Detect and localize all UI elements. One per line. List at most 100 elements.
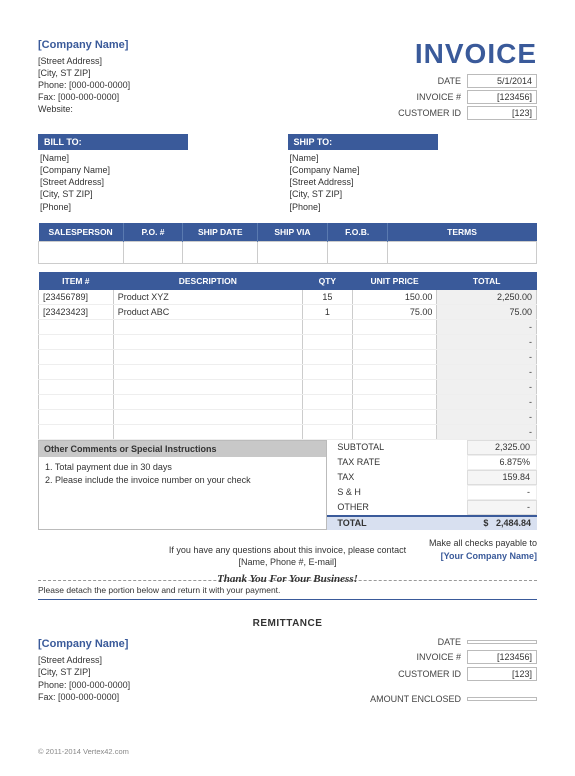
- item-row: -: [39, 334, 537, 349]
- remit-city: [City, ST ZIP]: [38, 666, 130, 678]
- remit-amount-value: [467, 697, 537, 701]
- items-table: ITEM # DESCRIPTION QTY UNIT PRICE TOTAL …: [38, 272, 537, 440]
- customer-id-value: [123]: [467, 106, 537, 120]
- thanks: Thank You For Your Business!: [38, 572, 537, 587]
- sh-label: S & H: [327, 487, 467, 497]
- th-unit: UNIT PRICE: [352, 272, 437, 290]
- item-row: -: [39, 424, 537, 439]
- item-unit: 150.00: [352, 290, 437, 305]
- ship-to-name: [Name]: [290, 152, 538, 164]
- footer-copyright: © 2011-2014 Vertex42.com: [38, 747, 129, 756]
- comments-line2: 2. Please include the invoice number on …: [45, 474, 320, 488]
- item-row: -: [39, 349, 537, 364]
- th-desc: DESCRIPTION: [113, 272, 302, 290]
- item-row: -: [39, 379, 537, 394]
- item-unit: 75.00: [352, 304, 437, 319]
- bill-to-head: BILL TO:: [38, 134, 188, 150]
- sales-row: [39, 241, 537, 263]
- taxrate-label: TAX RATE: [327, 457, 467, 467]
- item-no: [23423423]: [39, 304, 114, 319]
- invoice-no-label: INVOICE #: [416, 92, 467, 102]
- item-qty: 15: [302, 290, 352, 305]
- item-total-empty: -: [437, 394, 537, 409]
- remit-customer-value: [123]: [467, 667, 537, 681]
- remit-invoice-value: [123456]: [467, 650, 537, 664]
- item-qty: 1: [302, 304, 352, 319]
- item-total: 75.00: [437, 304, 537, 319]
- total-value: $ 2,484.84: [467, 517, 537, 530]
- bill-to-company: [Company Name]: [40, 164, 288, 176]
- remittance-title: REMITTANCE: [38, 618, 537, 629]
- bill-to-city: [City, ST ZIP]: [40, 188, 288, 200]
- remit-customer-label: CUSTOMER ID: [398, 669, 467, 679]
- remit-phone: [000-000-0000]: [69, 680, 130, 690]
- payable-line2: [Your Company Name]: [441, 551, 537, 561]
- item-row: -: [39, 409, 537, 424]
- ship-to-body: [Name] [Company Name] [Street Address] […: [288, 150, 538, 213]
- item-row: -: [39, 394, 537, 409]
- date-value: 5/1/2014: [467, 74, 537, 88]
- other-label: OTHER: [327, 502, 467, 512]
- item-total: 2,250.00: [437, 290, 537, 305]
- item-desc: Product XYZ: [113, 290, 302, 305]
- remit-fax: [000-000-0000]: [58, 692, 119, 702]
- totals-block: SUBTOTAL2,325.00 TAX RATE6.875% TAX159.8…: [327, 440, 537, 530]
- item-total-empty: -: [437, 409, 537, 424]
- taxrate-value: 6.875%: [467, 455, 537, 470]
- subtotal-value: 2,325.00: [467, 440, 537, 455]
- comments-line1: 1. Total payment due in 30 days: [45, 461, 320, 475]
- date-label: DATE: [438, 76, 467, 86]
- th-salesperson: SALESPERSON: [39, 223, 124, 242]
- remit-street: [Street Address]: [38, 654, 130, 666]
- ship-to-street: [Street Address]: [290, 176, 538, 188]
- item-row: -: [39, 364, 537, 379]
- company-block: [Company Name] [Street Address] [City, S…: [38, 38, 130, 122]
- item-total-empty: -: [437, 424, 537, 439]
- bill-to-body: [Name] [Company Name] [Street Address] […: [38, 150, 288, 213]
- th-total: TOTAL: [437, 272, 537, 290]
- remit-phone-label: Phone:: [38, 680, 67, 690]
- company-fax: [000-000-0000]: [58, 92, 119, 102]
- item-total-empty: -: [437, 319, 537, 334]
- other-value: -: [467, 500, 537, 515]
- remit-invoice-label: INVOICE #: [416, 652, 467, 662]
- item-desc: Product ABC: [113, 304, 302, 319]
- ship-to-city: [City, ST ZIP]: [290, 188, 538, 200]
- tax-value: 159.84: [467, 470, 537, 485]
- company-street: [Street Address]: [38, 55, 130, 67]
- company-name: [Company Name]: [38, 38, 130, 53]
- tax-label: TAX: [327, 472, 467, 482]
- ship-to-company: [Company Name]: [290, 164, 538, 176]
- bill-to-name: [Name]: [40, 152, 288, 164]
- th-ship-via: SHIP VIA: [258, 223, 328, 242]
- th-qty: QTY: [302, 272, 352, 290]
- subtotal-label: SUBTOTAL: [327, 442, 467, 452]
- company-phone: [000-000-0000]: [69, 80, 130, 90]
- total-label: TOTAL: [327, 518, 467, 528]
- remit-date-value: [467, 640, 537, 644]
- remit-company: [Company Name] [Street Address] [City, S…: [38, 637, 130, 707]
- customer-id-label: CUSTOMER ID: [398, 108, 467, 118]
- ship-to-head: SHIP TO:: [288, 134, 438, 150]
- ship-to-phone: [Phone]: [290, 201, 538, 213]
- th-ship-date: SHIP DATE: [183, 223, 258, 242]
- item-row: -: [39, 319, 537, 334]
- th-fob: F.O.B.: [327, 223, 387, 242]
- remit-amount-label: AMOUNT ENCLOSED: [370, 694, 467, 704]
- item-total-empty: -: [437, 334, 537, 349]
- item-row: [23423423]Product ABC175.0075.00: [39, 304, 537, 319]
- remit-company-name: [Company Name]: [38, 637, 130, 652]
- comments-box: Other Comments or Special Instructions 1…: [38, 440, 327, 530]
- website-label: Website:: [38, 103, 130, 115]
- invoice-no-value: [123456]: [467, 90, 537, 104]
- phone-label: Phone:: [38, 80, 67, 90]
- sales-table: SALESPERSON P.O. # SHIP DATE SHIP VIA F.…: [38, 223, 537, 264]
- item-total-empty: -: [437, 349, 537, 364]
- sh-value: -: [467, 485, 537, 500]
- remit-date-label: DATE: [438, 637, 467, 647]
- company-city: [City, ST ZIP]: [38, 67, 130, 79]
- comments-head: Other Comments or Special Instructions: [39, 441, 326, 457]
- bill-to-phone: [Phone]: [40, 201, 288, 213]
- item-total-empty: -: [437, 379, 537, 394]
- item-no: [23456789]: [39, 290, 114, 305]
